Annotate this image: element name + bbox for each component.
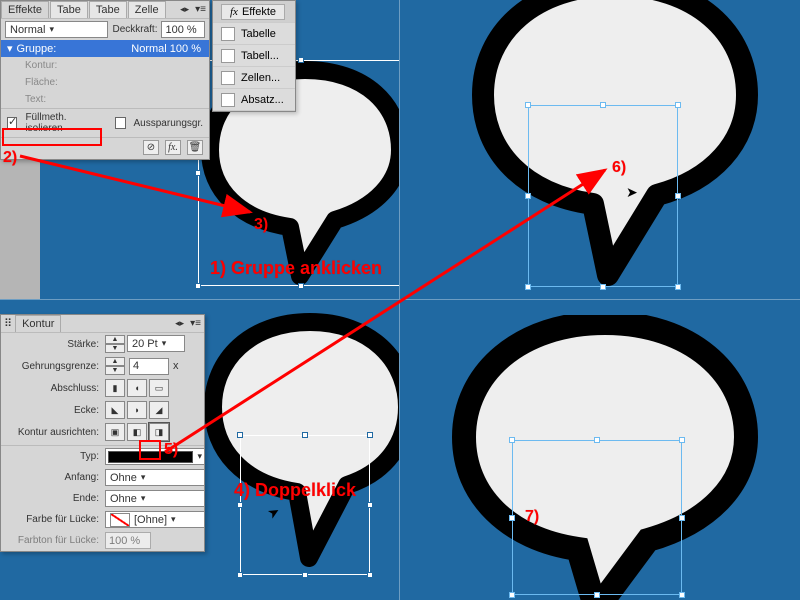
weight-label: Stärke: — [7, 339, 99, 350]
tab-tabelle-2[interactable]: Tabe — [89, 1, 127, 18]
join-bevel-icon[interactable]: ◢ — [149, 401, 169, 419]
flyout-effects-button[interactable]: fx Effekte — [213, 1, 295, 23]
cells-icon — [221, 71, 235, 85]
weight-step-up[interactable]: ▲ — [105, 335, 125, 344]
tab-kontur[interactable]: Kontur — [15, 315, 61, 332]
gap-tint-input: 100 % — [105, 532, 151, 549]
target-text-row[interactable]: Text: — [1, 91, 209, 108]
quadrant-bottom-right: 7) ➤ — [400, 300, 800, 600]
knockout-group-label: Aussparungsgr. — [134, 118, 204, 129]
flyout-item-tabelle[interactable]: Tabelle — [213, 23, 295, 45]
panel-menu-icon[interactable]: ▾≡ — [192, 4, 209, 15]
selection-box[interactable] — [512, 440, 682, 595]
tab-zelle[interactable]: Zelle — [128, 1, 166, 18]
panel-collapse-icon[interactable]: ◂▸ — [177, 4, 192, 15]
weight-step-down[interactable]: ▼ — [105, 344, 125, 353]
panel-menu-icon[interactable]: ▾≡ — [187, 318, 204, 329]
cap-round-icon[interactable]: ◖ — [127, 379, 147, 397]
app-sidebar-strip — [0, 156, 40, 299]
gap-color-dropdown[interactable]: [Ohne] — [105, 511, 205, 528]
table-icon — [221, 27, 235, 41]
end-arrow-dropdown[interactable]: Ohne — [105, 490, 205, 507]
align-label: Kontur ausrichten: — [7, 427, 99, 438]
flyout-item-zellen[interactable]: Zellen... — [213, 67, 295, 89]
weight-dropdown[interactable]: 20 Pt — [127, 335, 185, 352]
cursor-icon: ➤ — [626, 184, 638, 201]
miter-step-up[interactable]: ▲ — [105, 357, 125, 366]
panel-flyout[interactable]: fx Effekte Tabelle Tabell... Zellen... A… — [212, 0, 296, 112]
tab-effekte[interactable]: Effekte — [1, 1, 49, 18]
panel-collapse-icon[interactable]: ◂▸ — [172, 318, 187, 329]
selection-box[interactable] — [240, 435, 370, 575]
opacity-input[interactable]: 100 % — [161, 21, 205, 38]
clear-effects-icon[interactable]: ⊘ — [143, 140, 159, 155]
target-flaeche-row[interactable]: Fläche: — [1, 74, 209, 91]
highlight-align-box — [139, 440, 161, 460]
highlight-isolate-box — [2, 128, 102, 146]
join-round-icon[interactable]: ◗ — [127, 401, 147, 419]
miter-label: Gehrungsgrenze: — [7, 361, 99, 372]
align-outside-icon[interactable]: ◨ — [149, 423, 169, 441]
miter-x-label: x — [173, 360, 179, 372]
panel-grip-icon[interactable]: ⠿ — [1, 317, 15, 330]
end-label: Ende: — [7, 493, 99, 504]
cap-projecting-icon[interactable]: ▭ — [149, 379, 169, 397]
effects-panel-tabs[interactable]: Effekte Tabe Tabe Zelle ◂▸ ▾≡ — [1, 1, 209, 19]
knockout-group-checkbox[interactable] — [115, 117, 125, 129]
type-label: Typ: — [7, 451, 99, 462]
effects-target-list[interactable]: ▾ Gruppe: Normal 100 % Kontur: Fläche: T… — [1, 40, 209, 108]
target-kontur-row[interactable]: Kontur: — [1, 57, 209, 74]
target-group-row[interactable]: ▾ Gruppe: Normal 100 % — [1, 40, 209, 57]
paragraph-icon — [221, 93, 235, 107]
join-label: Ecke: — [7, 405, 99, 416]
trash-icon[interactable]: 🗑 — [187, 140, 203, 155]
cap-butt-icon[interactable]: ▮ — [105, 379, 125, 397]
opacity-label: Deckkraft: — [112, 24, 157, 35]
align-inside-icon[interactable]: ◧ — [127, 423, 147, 441]
quadrant-bottom-left: ⠿ Kontur ◂▸ ▾≡ Stärke: ▲ ▼ 20 Pt Gehrung… — [0, 300, 400, 600]
start-label: Anfang: — [7, 472, 99, 483]
blend-mode-dropdown[interactable]: Normal — [5, 21, 108, 38]
miter-step-down[interactable]: ▼ — [105, 366, 125, 375]
stroke-panel[interactable]: ⠿ Kontur ◂▸ ▾≡ Stärke: ▲ ▼ 20 Pt Gehrung… — [0, 314, 205, 552]
quadrant-top-right: 6) ➤ — [400, 0, 800, 300]
tab-tabelle-1[interactable]: Tabe — [50, 1, 88, 18]
flyout-item-tabellopt[interactable]: Tabell... — [213, 45, 295, 67]
join-miter-icon[interactable]: ◣ — [105, 401, 125, 419]
gaptint-label: Farbton für Lücke: — [7, 535, 99, 546]
fx-button[interactable]: fx. — [165, 140, 181, 155]
miter-input[interactable]: 4 — [129, 358, 169, 375]
cap-label: Abschluss: — [7, 383, 99, 394]
start-arrow-dropdown[interactable]: Ohne — [105, 469, 205, 486]
none-swatch-icon — [110, 513, 130, 527]
align-center-icon[interactable]: ▣ — [105, 423, 125, 441]
flyout-item-absatz[interactable]: Absatz... — [213, 89, 295, 111]
quadrant-top-left: Effekte Tabe Tabe Zelle ◂▸ ▾≡ Normal Dec… — [0, 0, 400, 300]
table-options-icon — [221, 49, 235, 63]
selection-box[interactable] — [528, 105, 678, 287]
gapcolor-label: Farbe für Lücke: — [7, 514, 99, 525]
